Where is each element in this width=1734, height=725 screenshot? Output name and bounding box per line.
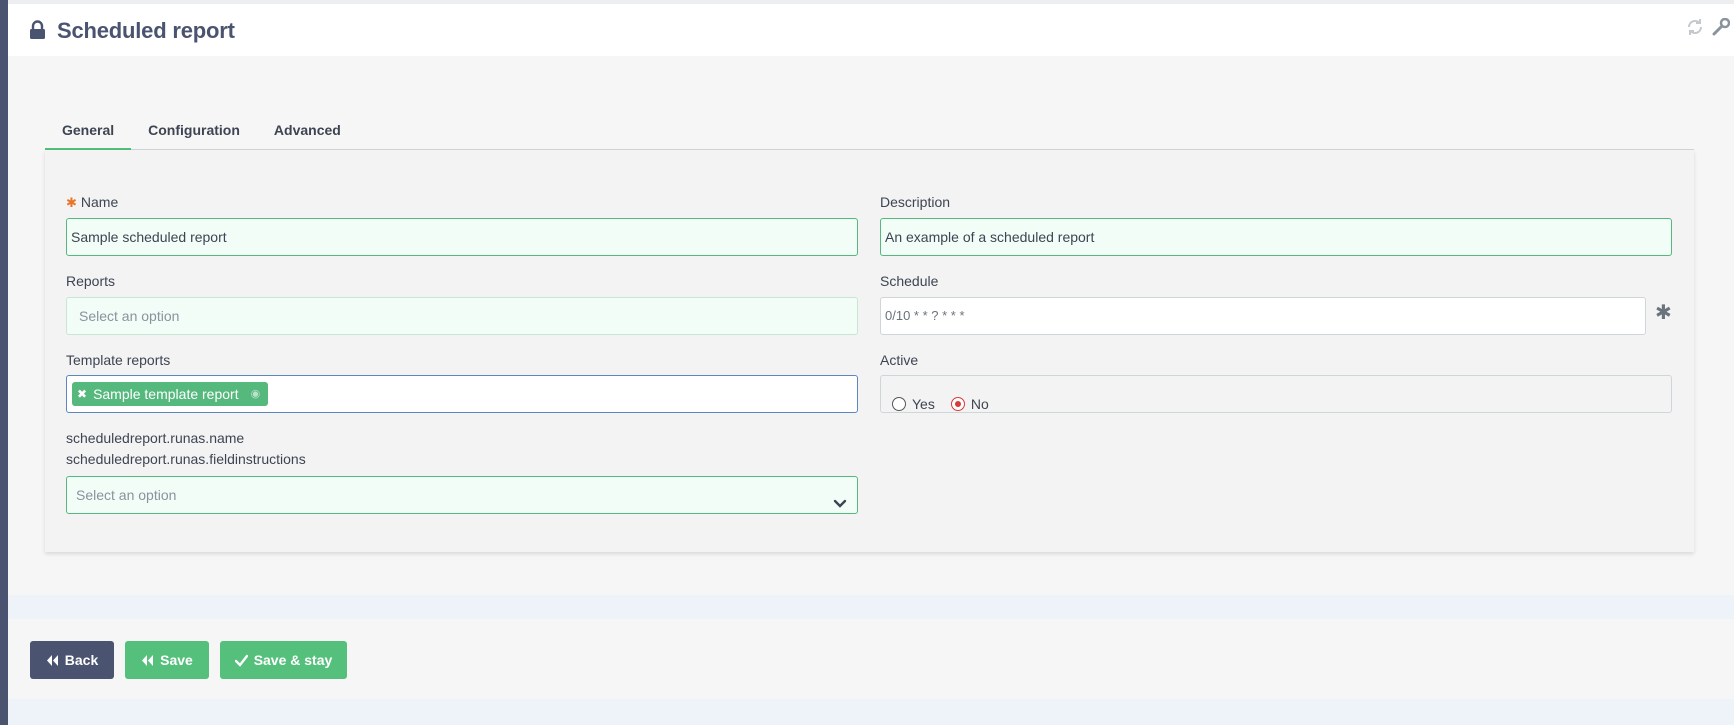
cron-helper-icon[interactable]: ✱ xyxy=(1655,300,1672,325)
save-label: Save xyxy=(160,652,193,668)
reports-select[interactable]: Select an option xyxy=(66,297,858,335)
schedule-label: Schedule xyxy=(880,273,939,289)
description-label: Description xyxy=(880,194,951,210)
save-stay-button[interactable]: Save & stay xyxy=(220,641,347,679)
check-icon xyxy=(234,654,248,667)
backward-icon xyxy=(46,654,58,666)
chevron-down-icon xyxy=(833,488,847,508)
runas-placeholder: Select an option xyxy=(76,487,177,503)
name-label: ✱ Name xyxy=(66,194,119,210)
back-button[interactable]: Back xyxy=(30,641,114,679)
separator-band xyxy=(8,595,1734,619)
active-field: Yes No xyxy=(880,375,1672,413)
active-label: Active xyxy=(880,352,919,368)
active-radio-group: Yes No xyxy=(892,386,989,412)
tab-advanced[interactable]: Advanced xyxy=(257,118,358,150)
tab-bar: General Configuration Advanced xyxy=(45,118,1694,150)
save-button[interactable]: Save xyxy=(125,641,209,679)
back-label: Back xyxy=(64,652,99,668)
active-no-radio[interactable] xyxy=(950,397,965,411)
name-input[interactable]: Sample scheduled report xyxy=(66,218,858,256)
wrench-icon[interactable] xyxy=(1712,17,1731,36)
description-input[interactable]: An example of a scheduled report xyxy=(880,218,1672,256)
active-yes-label: Yes xyxy=(912,396,935,412)
selected-tag: ✖ Sample template report ◉ xyxy=(72,382,269,406)
remove-tag-icon[interactable]: ✖ xyxy=(77,382,87,406)
template-reports-label: Template reports xyxy=(66,352,171,368)
required-mark: ✱ xyxy=(66,195,77,210)
lock-icon xyxy=(29,20,46,40)
left-rail xyxy=(0,0,8,725)
page-header: Scheduled report xyxy=(8,0,1734,56)
schedule-input[interactable]: 0/10 * * ? * * * xyxy=(880,297,1646,335)
template-reports-select[interactable]: ✖ Sample template report ◉ xyxy=(66,375,858,413)
active-no-label: No xyxy=(970,396,989,412)
bottom-band xyxy=(8,699,1734,725)
page-title: Scheduled report xyxy=(57,18,235,43)
runas-instructions: scheduledreport.runas.fieldinstructions xyxy=(66,451,306,467)
runas-label: scheduledreport.runas.name xyxy=(66,430,245,446)
view-icon[interactable]: ◉ xyxy=(251,382,261,406)
tab-configuration[interactable]: Configuration xyxy=(131,118,257,150)
tag-label: Sample template report xyxy=(93,386,239,402)
backward-icon xyxy=(142,654,154,666)
refresh-icon[interactable] xyxy=(1686,18,1704,36)
page: Scheduled report General Configuration A… xyxy=(8,0,1734,725)
save-stay-label: Save & stay xyxy=(253,652,333,668)
reports-label: Reports xyxy=(66,273,116,289)
active-yes-radio[interactable] xyxy=(892,397,906,411)
runas-select[interactable]: Select an option xyxy=(66,476,858,514)
tab-general[interactable]: General xyxy=(45,118,132,150)
general-panel: ✱ Name Sample scheduled report Descriptio… xyxy=(45,150,1694,552)
